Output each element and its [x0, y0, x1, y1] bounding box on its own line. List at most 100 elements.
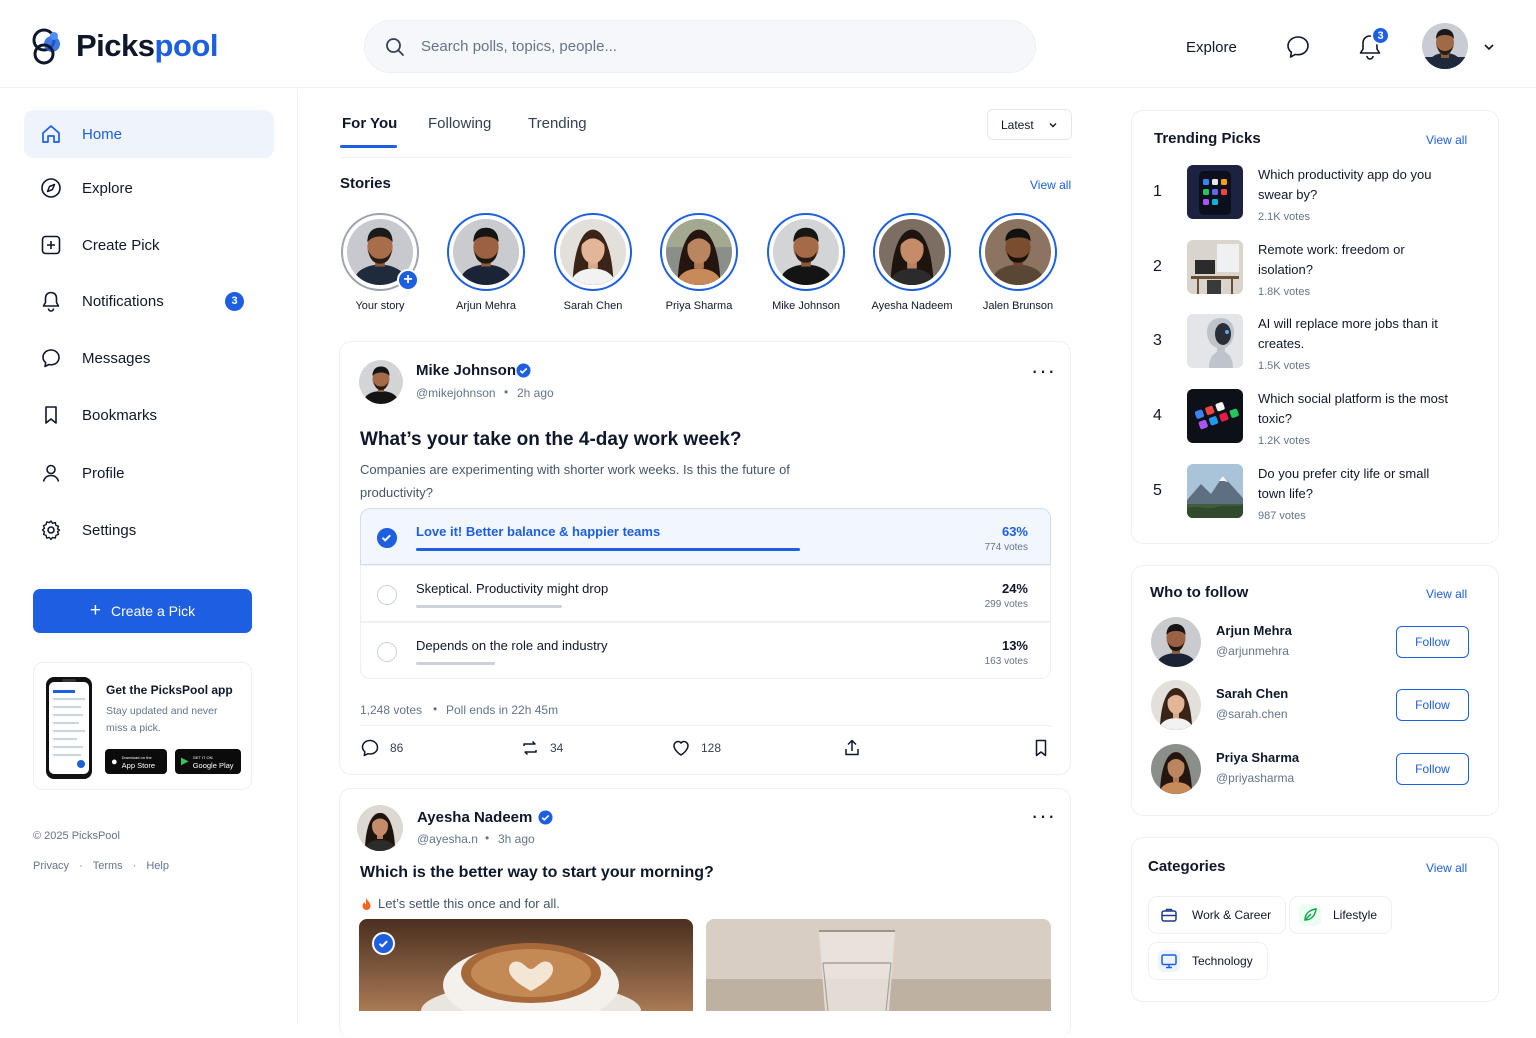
like-button[interactable]: 128 — [671, 738, 721, 758]
brand-logo[interactable]: Pickspool — [30, 26, 218, 66]
terms-link[interactable]: Terms — [93, 860, 123, 872]
trending-view-all-link[interactable]: View all — [1426, 133, 1467, 147]
sidebar-item-label: Messages — [82, 349, 151, 367]
tab-for-you[interactable]: For You — [342, 115, 397, 132]
trending-rank: 3 — [1153, 332, 1162, 349]
right-sidebar: Trending Picks View all 1 Which producti… — [1112, 89, 1536, 1024]
story-arjun-mehra[interactable]: Arjun Mehra — [431, 213, 541, 312]
search-bar[interactable] — [364, 20, 1036, 73]
messages-icon[interactable] — [1285, 34, 1311, 60]
author-name[interactable]: Ayesha Nadeem — [417, 809, 532, 826]
story-sarah-chen[interactable]: Sarah Chen — [538, 213, 648, 312]
trending-thumbnail-desk — [1187, 240, 1243, 294]
sidebar-item-create-pick[interactable]: Create Pick — [24, 221, 274, 269]
sidebar-item-label: Explore — [82, 179, 133, 197]
create-a-pick-button[interactable]: + Create a Pick — [33, 589, 252, 633]
privacy-link[interactable]: Privacy — [33, 860, 69, 872]
tab-following[interactable]: Following — [428, 115, 491, 132]
poll-option[interactable]: Depends on the role and industry 13% 163… — [360, 622, 1051, 679]
follow-name[interactable]: Arjun Mehra — [1216, 623, 1292, 638]
create-a-pick-label: Create a Pick — [111, 603, 196, 619]
story-priya-sharma[interactable]: Priya Sharma — [644, 213, 754, 312]
poll-option[interactable]: Skeptical. Productivity might drop 24% 2… — [360, 565, 1051, 622]
app-store-badge[interactable]: ● Download on the App Store — [105, 749, 167, 774]
more-options-icon[interactable]: ··· — [1031, 360, 1056, 382]
user-avatar[interactable] — [1422, 23, 1468, 69]
verified-badge-icon — [516, 363, 531, 378]
category-chip-work-career[interactable]: Work & Career — [1148, 896, 1287, 934]
play-icon: ▶ — [181, 756, 189, 767]
comment-button[interactable]: 86 — [360, 738, 403, 758]
sidebar-item-settings[interactable]: Settings — [24, 506, 274, 554]
trending-item[interactable]: 1 Which productivity app do you swear by… — [1132, 165, 1500, 225]
sidebar-item-profile[interactable]: Profile — [24, 449, 274, 497]
who-to-follow-view-all-link[interactable]: View all — [1426, 587, 1467, 601]
repost-button[interactable]: 34 — [520, 738, 563, 758]
sidebar-item-explore[interactable]: Explore — [24, 164, 274, 212]
active-tab-indicator — [340, 145, 397, 148]
story-avatar — [767, 213, 845, 291]
add-story-plus-icon[interactable]: + — [397, 269, 419, 291]
author-name[interactable]: Mike Johnson — [416, 362, 516, 379]
repost-count: 34 — [550, 741, 564, 755]
phone-mockup-icon — [46, 677, 92, 779]
follow-button[interactable]: Follow — [1396, 626, 1469, 658]
poll-option[interactable]: Love it! Better balance & happier teams … — [360, 508, 1051, 565]
categories-view-all-link[interactable]: View all — [1426, 861, 1467, 875]
story-jalen-brunson[interactable]: Jalen Brunson — [963, 213, 1073, 312]
trending-thumbnail-apps — [1187, 165, 1243, 219]
author-avatar[interactable] — [357, 805, 403, 851]
more-options-icon[interactable]: ··· — [1031, 805, 1056, 827]
poll-image-option-coffee[interactable] — [359, 919, 693, 1011]
search-input[interactable] — [421, 38, 981, 55]
avatar[interactable] — [1151, 617, 1201, 667]
trending-item[interactable]: 2 Remote work: freedom or isolation? 1.8… — [1132, 240, 1500, 300]
share-icon[interactable] — [842, 738, 862, 758]
separator-dot: · — [132, 860, 137, 872]
check-icon — [372, 932, 395, 955]
follow-button[interactable]: Follow — [1396, 689, 1469, 721]
stories-title: Stories — [340, 175, 391, 192]
follow-handle: @sarah.chen — [1216, 707, 1288, 721]
trending-item[interactable]: 5 Do you prefer city life or small town … — [1132, 464, 1500, 524]
follow-name[interactable]: Priya Sharma — [1216, 750, 1299, 765]
sidebar-item-notifications[interactable]: Notifications 3 — [24, 277, 274, 325]
image-poll-post: Ayesha Nadeem @ayesha.n • 3h ago ··· Whi… — [339, 788, 1071, 1038]
trending-question: AI will replace more jobs than it create… — [1258, 316, 1438, 351]
top-explore-link[interactable]: Explore — [1186, 39, 1237, 56]
category-chip-technology[interactable]: Technology — [1148, 942, 1268, 980]
trending-rank: 1 — [1153, 183, 1162, 200]
sort-dropdown[interactable]: Latest — [987, 109, 1072, 140]
plus-square-icon — [41, 235, 61, 255]
sidebar-item-home[interactable]: Home — [24, 110, 274, 158]
poll-option-votes: 774 votes — [984, 542, 1028, 553]
trending-item[interactable]: 3 AI will replace more jobs than it crea… — [1132, 314, 1500, 374]
help-link[interactable]: Help — [146, 860, 169, 872]
footer-links: Privacy · Terms · Help — [33, 860, 169, 872]
category-chip-lifestyle[interactable]: Lifestyle — [1289, 896, 1393, 934]
story-your-story[interactable]: + Your story — [325, 213, 435, 312]
avatar[interactable] — [1151, 680, 1201, 730]
avatar[interactable] — [1151, 744, 1201, 794]
poll-image-option-water[interactable] — [706, 919, 1051, 1011]
tabs-divider — [340, 157, 1071, 158]
trending-item[interactable]: 4 Which social platform is the most toxi… — [1132, 389, 1500, 449]
follow-name[interactable]: Sarah Chen — [1216, 686, 1288, 701]
tab-trending[interactable]: Trending — [528, 115, 587, 132]
app-promo-title: Get the PicksPool app — [106, 683, 233, 697]
poll-option-percent: 63% — [1001, 524, 1028, 539]
google-play-badge[interactable]: ▶ GET IT ON Google Play — [175, 749, 241, 774]
story-mike-johnson[interactable]: Mike Johnson — [751, 213, 861, 312]
sidebar-item-bookmarks[interactable]: Bookmarks — [24, 391, 274, 439]
bookmark-icon[interactable] — [1031, 738, 1051, 758]
stories-view-all-link[interactable]: View all — [1030, 178, 1071, 192]
trending-picks-card: Trending Picks View all 1 Which producti… — [1131, 110, 1499, 544]
follow-suggestion: Arjun Mehra @arjunmehra Follow — [1132, 617, 1500, 669]
trending-rank: 4 — [1153, 407, 1162, 424]
sidebar-item-messages[interactable]: Messages — [24, 334, 274, 382]
story-ayesha-nadeem[interactable]: Ayesha Nadeem — [857, 213, 967, 312]
author-avatar[interactable] — [359, 360, 403, 404]
poll-option-label: Love it! Better balance & happier teams — [416, 524, 661, 539]
chevron-down-icon[interactable] — [1482, 40, 1496, 54]
follow-button[interactable]: Follow — [1396, 753, 1469, 785]
